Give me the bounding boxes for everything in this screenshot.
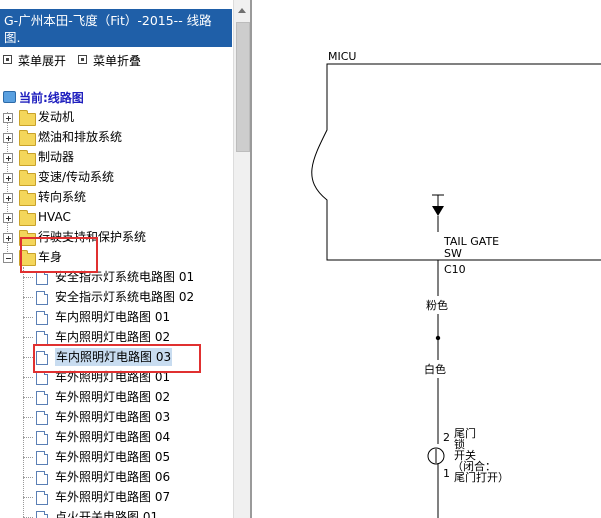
tree-item[interactable]: 车外照明灯电路图 05 — [0, 448, 230, 466]
tree-item[interactable]: 车外照明灯电路图 04 — [0, 428, 230, 446]
tree-folder-label: 变速/传动系统 — [38, 170, 115, 184]
tree-guide — [23, 437, 33, 438]
expand-all-label: 菜单展开 — [18, 54, 67, 68]
pin-number-top: 2 — [443, 431, 450, 444]
wiring-diagram: MICU TAIL GATE SW C10 粉色 白色 2 1 尾门 锁 开关 … — [311, 50, 601, 518]
tree-item[interactable]: 车外照明灯电路图 07 — [0, 488, 230, 506]
connector-arrow-icon — [432, 206, 444, 216]
document-icon — [36, 271, 48, 285]
tree-item[interactable]: 车外照明灯电路图 03 — [0, 408, 230, 426]
tree-item-label: 点火开关电路图 01 — [55, 510, 159, 518]
tree-item[interactable]: 点火开关电路图 01 — [0, 508, 230, 518]
page-title: G-广州本田-飞度（Fit）-2015-- 线路图. — [0, 9, 232, 47]
pin-number-bottom: 1 — [443, 467, 450, 480]
document-icon — [36, 431, 48, 445]
tree-folder[interactable]: HVAC — [0, 208, 230, 226]
tree-guide — [23, 497, 33, 498]
tree-folder[interactable]: 变速/传动系统 — [0, 168, 230, 186]
square-icon — [78, 55, 87, 64]
tree-item-label: 车外照明灯电路图 06 — [55, 470, 171, 484]
expand-icon[interactable] — [3, 213, 13, 223]
expand-icon[interactable] — [3, 113, 13, 123]
tree-guide — [23, 377, 33, 378]
scrollbar-thumb[interactable] — [236, 22, 250, 152]
collapse-all-label: 菜单折叠 — [93, 54, 142, 68]
tree-guide — [23, 457, 33, 458]
connector-code: C10 — [444, 263, 466, 276]
document-icon — [36, 391, 48, 405]
collapse-icon[interactable] — [3, 253, 13, 263]
folder-icon — [19, 130, 36, 146]
tree-folder[interactable]: 转向系统 — [0, 188, 230, 206]
document-icon — [36, 371, 48, 385]
computer-icon — [3, 91, 16, 103]
tree-item-label: 车外照明灯电路图 03 — [55, 410, 171, 424]
document-icon — [36, 311, 48, 325]
expand-icon[interactable] — [3, 153, 13, 163]
diagram-panel: MICU TAIL GATE SW C10 粉色 白色 2 1 尾门 锁 开关 … — [252, 0, 601, 518]
tree-folder-label: 转向系统 — [38, 190, 87, 204]
tree-item[interactable]: 安全指示灯系统电路图 02 — [0, 288, 230, 306]
tree-item-label: 车外照明灯电路图 05 — [55, 450, 171, 464]
tree-folder-label: 发动机 — [38, 110, 75, 124]
expand-icon[interactable] — [3, 193, 13, 203]
tree-item[interactable]: 车外照明灯电路图 02 — [0, 388, 230, 406]
square-icon — [3, 55, 12, 64]
tree-item-label: 车外照明灯电路图 02 — [55, 390, 171, 404]
current-location[interactable]: 当前:线路图 — [3, 90, 84, 106]
tree-item-label: 车外照明灯电路图 04 — [55, 430, 171, 444]
document-icon — [36, 451, 48, 465]
highlight-box — [33, 344, 201, 373]
document-icon — [36, 491, 48, 505]
scroll-up-arrow-icon[interactable] — [234, 2, 251, 19]
connector-name-line2: SW — [444, 247, 462, 260]
tree-folder-label: HVAC — [38, 210, 71, 224]
tree-item[interactable]: 车内照明灯电路图 01 — [0, 308, 230, 326]
tree-folder-label: 燃油和排放系统 — [38, 130, 123, 144]
tree-folder-label: 制动器 — [38, 150, 75, 164]
document-icon — [36, 511, 48, 518]
tree-folder[interactable]: 制动器 — [0, 148, 230, 166]
expand-icon[interactable] — [3, 133, 13, 143]
tree-guide — [23, 417, 33, 418]
tree-item-label: 安全指示灯系统电路图 02 — [55, 290, 195, 304]
folder-icon — [19, 150, 36, 166]
switch-desc-5: 尾门打开） — [454, 470, 509, 484]
micu-label: MICU — [328, 50, 356, 63]
tree-guide — [23, 277, 33, 278]
tree-guide — [23, 477, 33, 478]
tree-item[interactable]: 车外照明灯电路图 06 — [0, 468, 230, 486]
document-icon — [36, 411, 48, 425]
tree-item-label: 车内照明灯电路图 01 — [55, 310, 171, 324]
tree-guide — [23, 337, 33, 338]
current-location-label: 当前:线路图 — [19, 91, 84, 105]
vertical-scrollbar[interactable] — [233, 0, 251, 518]
collapse-all-button[interactable]: 菜单折叠 — [78, 53, 141, 69]
folder-icon — [19, 170, 36, 186]
folder-icon — [19, 210, 36, 226]
tree-guide — [23, 297, 33, 298]
wire-color-label-2: 白色 — [424, 362, 446, 376]
document-icon — [36, 291, 48, 305]
tree-folder[interactable]: 燃油和排放系统 — [0, 128, 230, 146]
splice-dot — [435, 335, 441, 341]
expand-icon[interactable] — [3, 233, 13, 243]
folder-icon — [19, 110, 36, 126]
tree-guide — [23, 357, 33, 358]
tree-item-label: 车外照明灯电路图 07 — [55, 490, 171, 504]
wire-color-label-1: 粉色 — [426, 298, 448, 312]
document-icon — [36, 471, 48, 485]
tree-guide — [23, 317, 33, 318]
tree-guide — [23, 397, 33, 398]
expand-icon[interactable] — [3, 173, 13, 183]
micu-module-outline — [311, 63, 601, 261]
tree-folder[interactable]: 发动机 — [0, 108, 230, 126]
folder-icon — [19, 190, 36, 206]
document-icon — [36, 331, 48, 345]
highlight-box — [20, 237, 98, 273]
expand-all-button[interactable]: 菜单展开 — [3, 53, 66, 69]
